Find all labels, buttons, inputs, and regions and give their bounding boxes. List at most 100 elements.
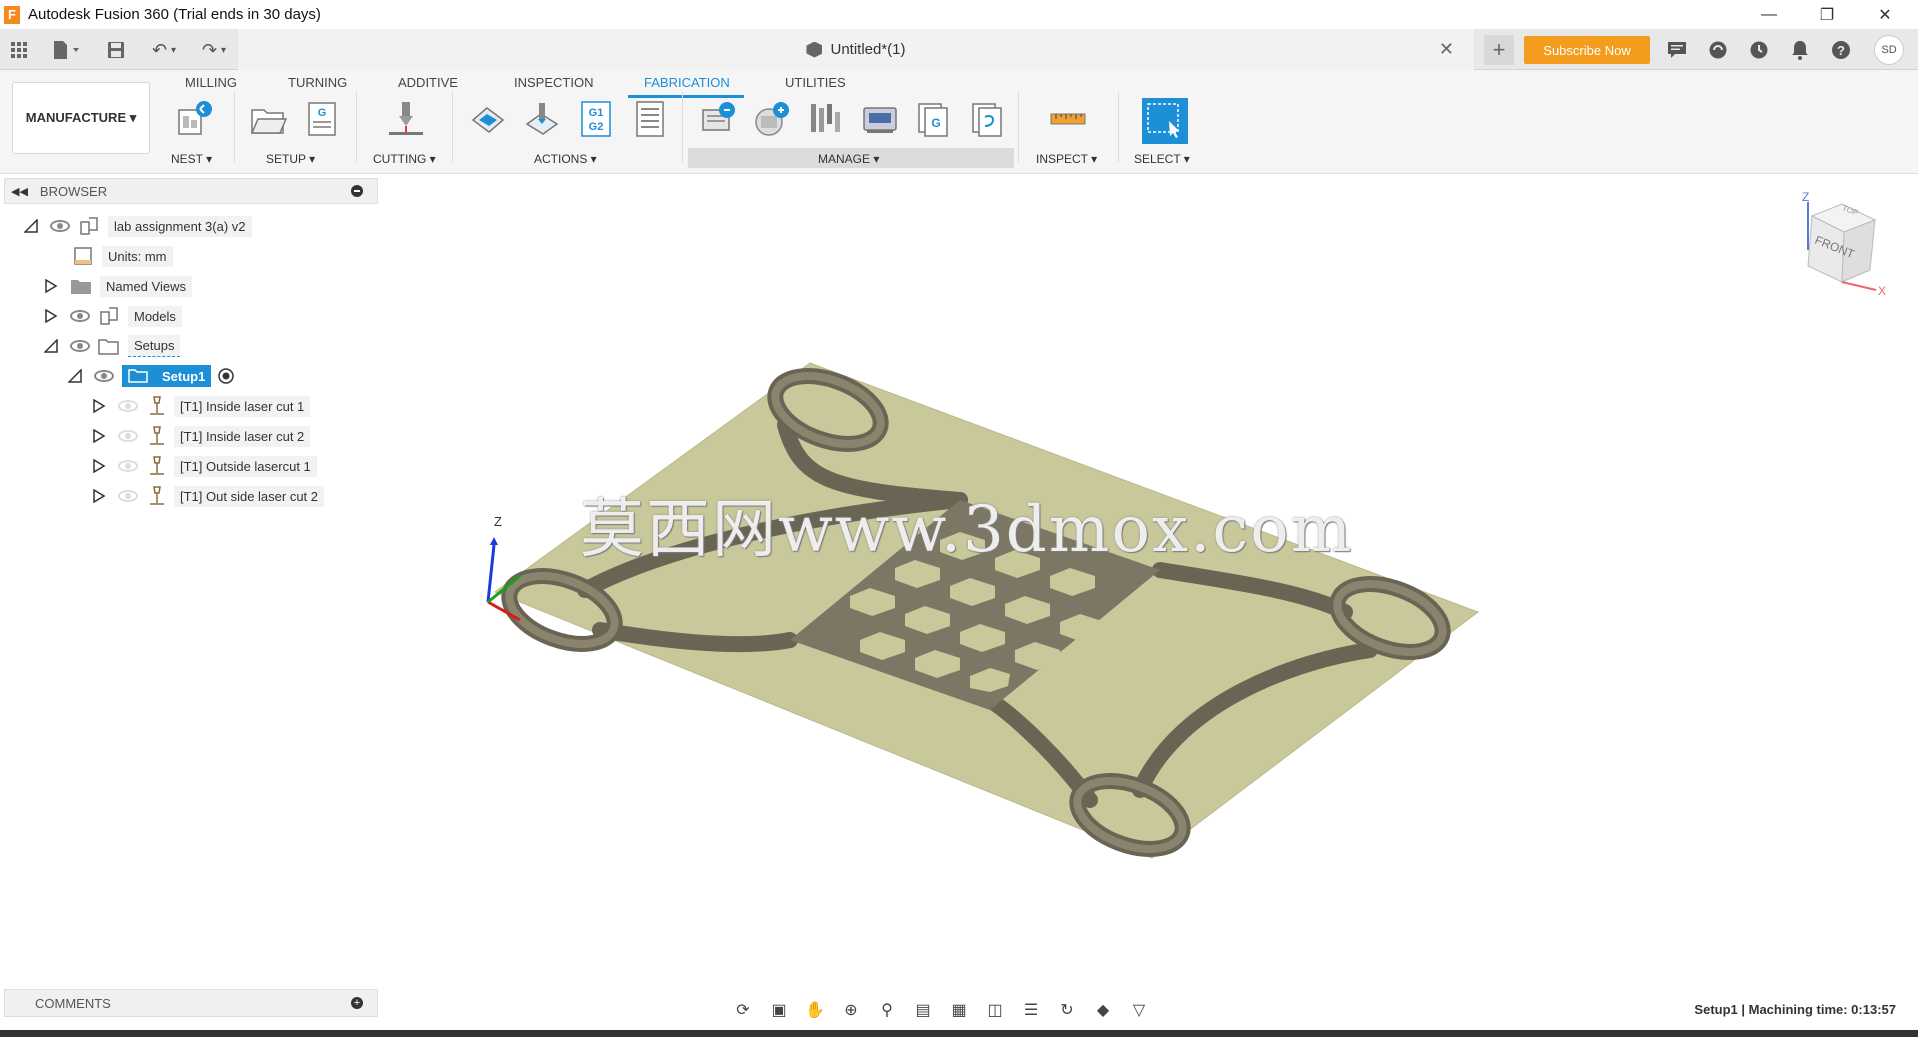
tree-item-named-views[interactable]: Named Views: [44, 274, 192, 298]
template-library-button[interactable]: [968, 98, 1008, 140]
job-status-icon[interactable]: [1703, 36, 1733, 64]
view-cube[interactable]: Z TOP FRONT X: [1780, 190, 1900, 310]
setup-group-label[interactable]: SETUP ▾: [266, 152, 315, 166]
cutting-tool-button[interactable]: [386, 98, 426, 140]
activate-radio-icon[interactable]: [217, 367, 235, 385]
expand-triangle-icon[interactable]: [92, 489, 106, 503]
visibility-eye-icon[interactable]: [118, 460, 138, 472]
grid-settings-icon[interactable]: ▦: [944, 998, 974, 1022]
expand-triangle-icon[interactable]: [44, 279, 58, 293]
setup-sheet-button[interactable]: [630, 98, 670, 140]
cutting-head-icon: [389, 102, 423, 135]
visibility-eye-icon[interactable]: [118, 400, 138, 412]
tab-milling[interactable]: MILLING: [185, 75, 237, 90]
inspect-group-label[interactable]: INSPECT ▾: [1036, 152, 1097, 166]
collapse-panel-icon[interactable]: ◀◀: [11, 185, 28, 198]
measure-button[interactable]: [1048, 98, 1088, 140]
data-panel-grid-icon[interactable]: [8, 37, 30, 63]
viewports-icon[interactable]: ◫: [980, 998, 1010, 1022]
comments-title: COMMENTS: [35, 995, 111, 1011]
visibility-eye-icon[interactable]: [118, 430, 138, 442]
tab-additive[interactable]: ADDITIVE: [398, 75, 458, 90]
tree-item-operation[interactable]: [T1] Inside laser cut 1: [92, 394, 311, 418]
post-process-button[interactable]: G1 G2: [576, 98, 616, 140]
part-model-render[interactable]: [378, 174, 1918, 985]
collapse-triangle-icon[interactable]: [68, 369, 82, 383]
collapse-triangle-icon[interactable]: [24, 219, 38, 233]
expand-triangle-icon[interactable]: [92, 399, 106, 413]
clock-icon[interactable]: [1744, 36, 1774, 64]
tool-display-icon[interactable]: ▽: [1124, 998, 1154, 1022]
close-document-icon[interactable]: ✕: [1439, 39, 1454, 60]
comments-header[interactable]: COMMENTS +: [4, 989, 378, 1017]
tree-item-setups[interactable]: Setups: [44, 334, 181, 358]
user-avatar[interactable]: SD: [1874, 35, 1904, 65]
folder-icon: [71, 280, 91, 294]
tool-library-button[interactable]: [806, 98, 846, 140]
visibility-eye-icon[interactable]: [94, 370, 114, 382]
browser-minus-icon[interactable]: [351, 185, 363, 197]
orbit-icon[interactable]: ⟳: [728, 998, 758, 1022]
tree-item-models[interactable]: Models: [44, 304, 182, 328]
minimize-icon[interactable]: —: [1740, 0, 1798, 29]
tree-item-operation[interactable]: [T1] Inside laser cut 2: [92, 424, 311, 448]
add-comment-icon[interactable]: +: [351, 997, 363, 1009]
collapse-triangle-icon[interactable]: [44, 339, 58, 353]
canvas-viewport[interactable]: Z 莫西网www.3dmox.com Z TOP FRONT X: [378, 174, 1918, 985]
undo-icon[interactable]: ↶ ▾: [144, 37, 184, 63]
subscribe-now-button[interactable]: Subscribe Now: [1524, 36, 1650, 64]
select-group-label[interactable]: SELECT ▾: [1134, 152, 1190, 166]
view-environment-icon[interactable]: ◆: [1088, 998, 1118, 1022]
redo-icon[interactable]: ↷ ▾: [194, 37, 234, 63]
zoom-icon[interactable]: ⊕: [836, 998, 866, 1022]
tree-item-root[interactable]: lab assignment 3(a) v2: [24, 214, 252, 238]
save-icon[interactable]: [104, 37, 128, 63]
close-window-icon[interactable]: ✕: [1856, 0, 1914, 29]
post-library-button[interactable]: G: [914, 98, 954, 140]
visibility-eye-icon[interactable]: [70, 310, 90, 322]
actions-group-label[interactable]: ACTIONS ▾: [534, 152, 597, 166]
visibility-eye-icon[interactable]: [118, 490, 138, 502]
nest-group-label[interactable]: NEST ▾: [171, 152, 212, 166]
notification-bell-icon[interactable]: [1785, 36, 1815, 64]
zoom-window-icon[interactable]: ⚲: [872, 998, 902, 1022]
expand-triangle-icon[interactable]: [92, 459, 106, 473]
tree-item-operation[interactable]: [T1] Outside lasercut 1: [92, 454, 317, 478]
display-settings-icon[interactable]: ▤: [908, 998, 938, 1022]
tab-turning[interactable]: TURNING: [288, 75, 347, 90]
tree-item-units[interactable]: Units: mm: [72, 244, 173, 268]
simulation-refresh-icon[interactable]: ↻: [1052, 998, 1082, 1022]
stock-material-button[interactable]: [752, 98, 792, 140]
visibility-eye-icon[interactable]: [70, 340, 90, 352]
file-menu-icon[interactable]: [46, 37, 86, 63]
simulate-with-machine-button[interactable]: [522, 98, 562, 140]
pan-hand-icon[interactable]: ✋: [800, 998, 830, 1022]
task-manager-button[interactable]: [698, 98, 738, 140]
tree-label-selected[interactable]: Setup1: [122, 365, 212, 387]
document-tab[interactable]: Untitled*(1) ✕: [238, 29, 1474, 70]
svg-text:?: ?: [1837, 43, 1845, 58]
tab-utilities[interactable]: UTILITIES: [785, 75, 846, 90]
tree-item-operation[interactable]: [T1] Out side laser cut 2: [92, 484, 325, 508]
select-tool-button[interactable]: [1142, 98, 1188, 144]
nest-tool-button[interactable]: [174, 98, 214, 140]
machine-library-button[interactable]: [860, 98, 900, 140]
help-icon[interactable]: ?: [1826, 36, 1856, 64]
open-setup-button[interactable]: [248, 98, 288, 140]
expand-triangle-icon[interactable]: [44, 309, 58, 323]
cutting-group-label[interactable]: CUTTING ▾: [373, 152, 436, 166]
chat-icon[interactable]: [1662, 36, 1692, 64]
manage-group-label[interactable]: MANAGE ▾: [818, 152, 879, 166]
new-tab-plus-icon[interactable]: +: [1484, 35, 1514, 65]
look-at-icon[interactable]: ▣: [764, 998, 794, 1022]
tree-item-setup1[interactable]: Setup1: [68, 364, 235, 388]
section-analysis-icon[interactable]: ☰: [1016, 998, 1046, 1022]
visibility-eye-icon[interactable]: [50, 220, 70, 232]
restore-icon[interactable]: ❐: [1798, 0, 1856, 29]
nc-program-button[interactable]: G: [302, 98, 342, 140]
tab-inspection[interactable]: INSPECTION: [514, 75, 593, 90]
simulate-button[interactable]: [468, 98, 508, 140]
workspace-switcher-button[interactable]: MANUFACTURE ▾: [12, 82, 150, 154]
tab-fabrication[interactable]: FABRICATION: [644, 75, 730, 90]
expand-triangle-icon[interactable]: [92, 429, 106, 443]
